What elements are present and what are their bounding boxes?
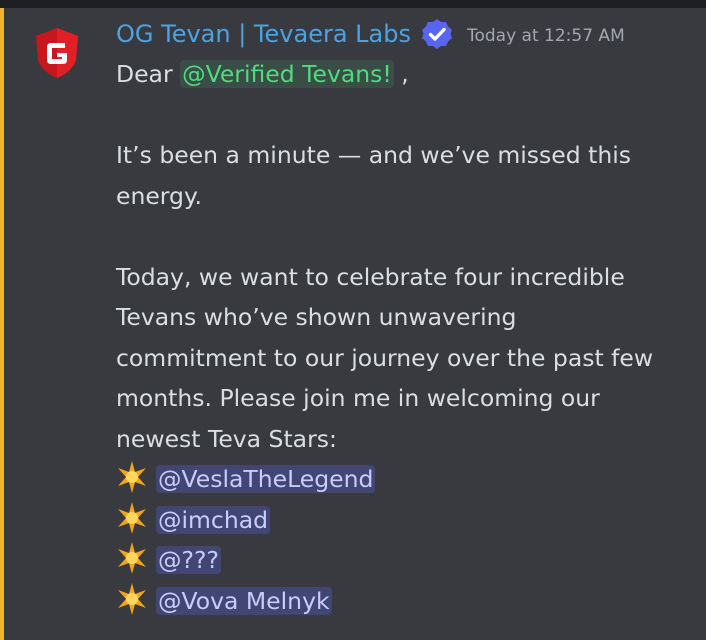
verified-check-icon [421,19,452,49]
role-mention[interactable]: @Verified Tevans! [180,60,394,88]
paragraph-line: It’s been a minute — and we’ve missed th… [116,141,632,169]
user-mention[interactable]: @??? [156,546,221,574]
glowing-star-icon [118,461,146,493]
glowing-star-icon [118,542,146,574]
user-mention[interactable]: @VeslaTheLegend [156,465,376,493]
glowing-star-icon [118,582,146,615]
paragraph-line: newest Teva Stars: [116,424,337,453]
paragraph-line: Tevans who’ve shown unwavering [116,303,517,331]
message-header: OG Tevan | Tevaera Labs Today at 12:57 A… [116,14,696,54]
paragraph-line: months. Please join me in welcoming our [116,384,600,412]
paragraph-line: commitment to our journey over the past … [116,343,654,372]
paragraph-line: energy. [116,181,203,210]
star-list-item: @Vova Melnyk [114,581,696,622]
star-list-item: @??? [114,540,696,581]
star-list-item: @VeslaTheLegend [114,459,696,500]
star-list-item: @imchad [114,500,696,541]
greeting-suffix: , [393,60,409,88]
message-body: Dear @Verified Tevans! , It’s been a min… [116,54,696,621]
mention-highlight-bar [0,8,4,640]
message-timestamp[interactable]: Today at 12:57 AM [467,26,625,46]
greeting-prefix: Dear [116,60,181,88]
paragraph-line: Today, we want to celebrate four incredi… [116,262,625,291]
window-top-strip [0,0,706,8]
user-mention[interactable]: @Vova Melnyk [156,586,332,615]
avatar[interactable] [32,26,82,80]
user-mention[interactable]: @imchad [156,505,271,534]
glowing-star-icon [118,501,146,534]
chat-message: OG Tevan | Tevaera Labs Today at 12:57 A… [116,14,696,621]
greeting-line: Dear @Verified Tevans! , [116,54,696,95]
username[interactable]: OG Tevan | Tevaera Labs [116,20,411,48]
